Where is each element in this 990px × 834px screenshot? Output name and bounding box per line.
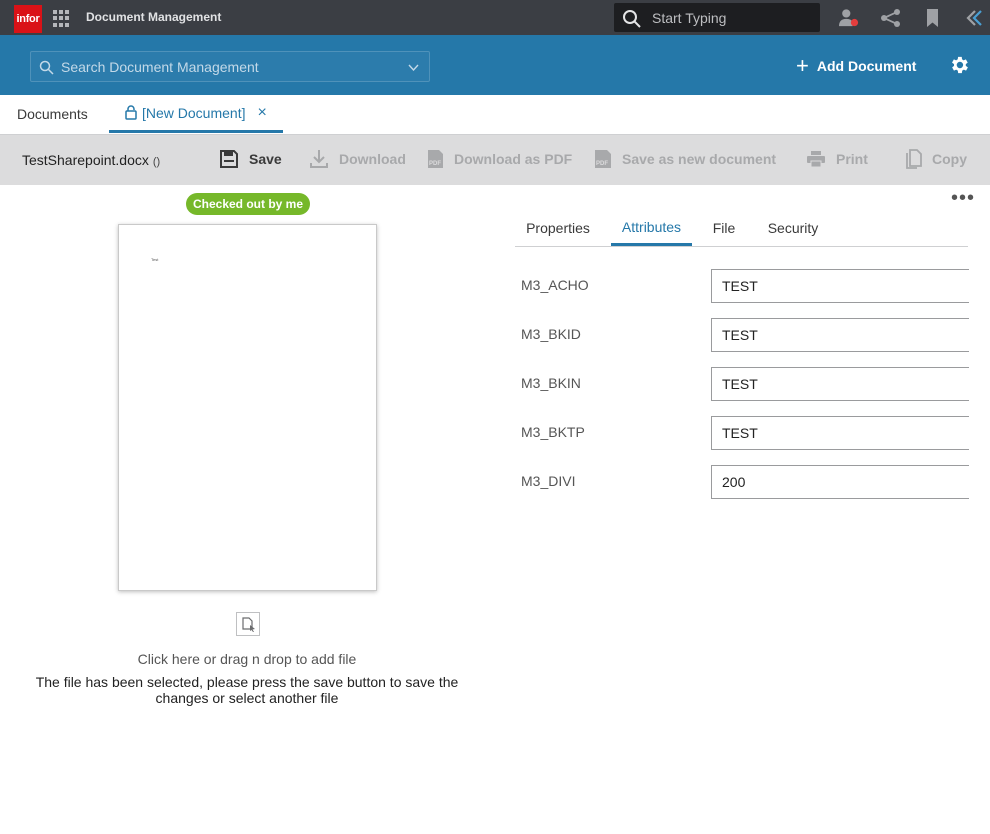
tab-security[interactable]: Security (758, 210, 828, 246)
tab-file-label: File (712, 220, 736, 236)
attribute-label: M3_BKTP (521, 424, 585, 440)
file-upload-icon (242, 617, 255, 632)
attribute-field-m3-bkin[interactable] (711, 367, 969, 401)
tab-attributes-label: Attributes (621, 218, 682, 235)
global-search-input[interactable] (652, 7, 812, 28)
tab-file[interactable]: File (703, 210, 745, 246)
filename-text: TestSharepoint.docx (22, 152, 149, 168)
global-search[interactable] (614, 3, 820, 32)
print-button[interactable]: Print (806, 147, 868, 171)
download-label: Download (339, 151, 406, 167)
user-status-icon[interactable] (838, 8, 860, 28)
tab-properties-label: Properties (526, 220, 590, 236)
share-icon[interactable] (880, 8, 902, 28)
save-as-new-document-label: Save as new document (622, 151, 777, 167)
save-icon (220, 150, 238, 168)
top-bar: infor Document Management (0, 0, 990, 35)
tab-properties[interactable]: Properties (515, 210, 601, 246)
print-label: Print (836, 151, 868, 167)
plus-icon: + (796, 53, 809, 78)
print-icon (807, 151, 825, 168)
checked-out-status-badge: Checked out by me (186, 193, 310, 215)
gear-icon[interactable] (948, 54, 970, 76)
tab-documents[interactable]: Documents (17, 95, 88, 133)
apps-grid-icon[interactable] (53, 10, 70, 27)
tab-attributes[interactable]: Attributes (611, 210, 692, 246)
tab-new-document-label: [New Document] (142, 104, 246, 121)
filename-suffix: () (152, 156, 161, 168)
chevron-down-icon[interactable] (408, 64, 419, 71)
attribute-label: M3_BKIN (521, 375, 581, 391)
download-button[interactable]: Download (309, 147, 406, 171)
preview-text: Test (151, 257, 159, 262)
document-search-input[interactable] (61, 56, 401, 77)
attribute-field-m3-bktp[interactable] (711, 416, 969, 450)
save-as-new-document-button[interactable]: PDF Save as new document (594, 147, 776, 171)
infor-logo[interactable]: infor (14, 5, 42, 33)
save-button[interactable]: Save (219, 147, 282, 171)
pdf-download-icon: PDF (428, 150, 443, 168)
add-file-instructions[interactable]: Click here or drag n drop to add file (0, 651, 494, 667)
add-document-button[interactable]: + Add Document (796, 55, 916, 77)
document-filename: TestSharepoint.docx() (22, 152, 160, 168)
close-tab-icon[interactable]: × (257, 104, 266, 122)
attribute-field-m3-divi[interactable] (711, 465, 969, 499)
copy-icon (906, 149, 922, 169)
collapse-icon[interactable] (962, 8, 984, 28)
more-options-icon[interactable]: ••• (951, 188, 975, 208)
app-title: Document Management (86, 10, 222, 24)
document-preview[interactable]: Test (118, 224, 377, 591)
document-toolbar: TestSharepoint.docx() Save Download PDF … (0, 135, 990, 185)
search-icon (39, 60, 54, 75)
tab-documents-label: Documents (17, 106, 88, 122)
app-header: + Add Document (0, 35, 990, 95)
download-as-pdf-label: Download as PDF (454, 151, 573, 167)
tab-security-label: Security (767, 220, 819, 236)
attribute-label: M3_ACHO (521, 277, 589, 293)
attribute-field-m3-bkid[interactable] (711, 318, 969, 352)
document-search[interactable] (30, 51, 430, 82)
svg-text:PDF: PDF (596, 161, 608, 167)
lock-icon (125, 105, 137, 120)
attribute-label: M3_DIVI (521, 473, 576, 489)
properties-tabs: Properties Attributes File Security (515, 210, 968, 247)
copy-label: Copy (932, 151, 967, 167)
copy-button[interactable]: Copy (906, 147, 967, 171)
bookmark-icon[interactable] (922, 8, 944, 28)
add-document-label: Add Document (816, 58, 917, 74)
svg-text:PDF: PDF (429, 161, 441, 167)
tab-new-document[interactable]: [New Document] × (109, 95, 283, 133)
document-tabs: Documents [New Document] × (0, 95, 990, 135)
file-selected-message: The file has been selected, please press… (35, 674, 459, 706)
add-file-button[interactable] (236, 612, 260, 636)
attribute-field-m3-acho[interactable] (711, 269, 969, 303)
search-icon (623, 10, 641, 28)
save-label: Save (249, 151, 282, 167)
attribute-label: M3_BKID (521, 326, 581, 342)
save-as-new-icon: PDF (595, 150, 611, 168)
download-as-pdf-button[interactable]: PDF Download as PDF (427, 147, 572, 171)
download-icon (310, 150, 328, 168)
